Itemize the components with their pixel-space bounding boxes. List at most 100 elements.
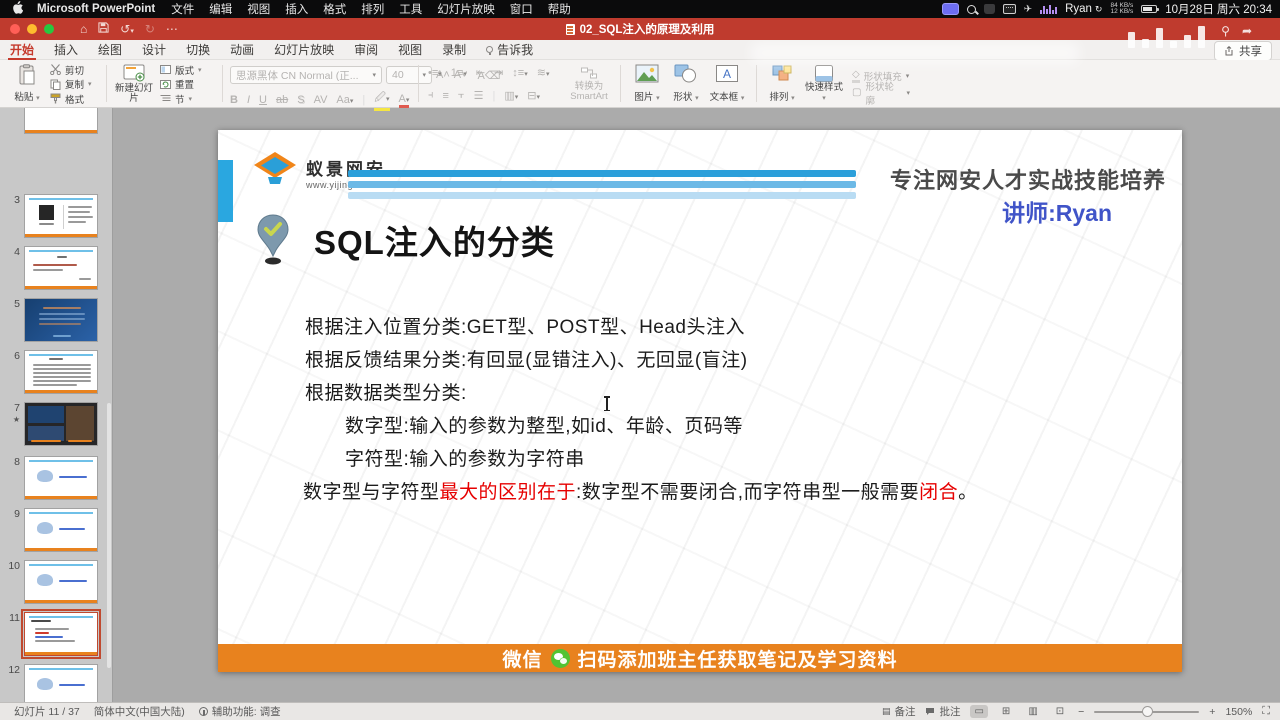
zoom-in-button[interactable]: + [1209, 706, 1215, 718]
bold-icon[interactable]: B [230, 94, 238, 106]
thumbnail-slide-5[interactable] [24, 298, 98, 342]
zoom-slider[interactable] [1094, 705, 1200, 717]
menu-format[interactable]: 格式 [323, 1, 346, 17]
slide-sorter-view-button[interactable]: ⊞ [998, 705, 1014, 718]
menu-slideshow[interactable]: 幻灯片放映 [437, 1, 495, 17]
footer-banner[interactable]: 微信 扫码添加班主任获取笔记及学习资料 [218, 644, 1182, 672]
thumbnail-slide-11-selected[interactable] [21, 609, 101, 659]
quick-styles-button[interactable]: 快速样式 ▾ [802, 62, 846, 106]
thumbnail-slide-1[interactable] [24, 108, 98, 134]
network-speed-monitor[interactable]: 84 KB/s 12 KB/s [1110, 2, 1133, 16]
cut-button[interactable]: 剪切 [50, 63, 102, 77]
language-indicator[interactable]: 简体中文(中国大陆) [94, 704, 185, 719]
align-left-icon[interactable]: ⫞ [428, 89, 434, 102]
tab-home[interactable]: 开始 [0, 40, 44, 60]
tab-insert[interactable]: 插入 [44, 40, 88, 60]
menu-arrange[interactable]: 排列 [361, 1, 384, 17]
tab-draw[interactable]: 绘图 [88, 40, 132, 60]
body-line-2[interactable]: 根据反馈结果分类:有回显(显错注入)、无回显(盲注) [305, 345, 748, 372]
slide-canvas[interactable]: 蚁景网安 www.yijinglab.com 专注网安人才实战技能培养 讲师:R… [218, 130, 1182, 672]
body-line-1[interactable]: 根据注入位置分类:GET型、POST型、Head头注入 [305, 312, 745, 339]
keyboard-status-icon[interactable] [1002, 4, 1016, 14]
copy-button[interactable]: 复制 ▾ [50, 78, 102, 91]
numbered-list-icon[interactable]: 1≡▾ [451, 67, 467, 79]
picture-button[interactable]: 图片 ▾ [628, 62, 666, 106]
thumbnail-slide-7[interactable] [24, 402, 98, 446]
new-slide-button[interactable]: 新建幻灯片 [112, 62, 156, 106]
font-name-select[interactable]: 思源黑体 CN Normal (正... ▾ [230, 66, 382, 84]
rotate-text-icon[interactable]: ⊟▾ [527, 89, 540, 102]
menu-app-name[interactable]: Microsoft PowerPoint [37, 3, 155, 15]
font-size-select[interactable]: 40 ▾ [386, 66, 432, 84]
font-color-icon[interactable]: A▾ [398, 93, 410, 108]
zoom-slider-knob[interactable] [1141, 705, 1153, 717]
thumbnail-slide-6[interactable] [24, 350, 98, 394]
home-icon[interactable]: ⌂ [80, 22, 87, 36]
columns-icon[interactable]: ▥▾ [504, 89, 518, 102]
apple-menu-icon[interactable] [12, 1, 24, 17]
close-window-button[interactable] [10, 24, 20, 34]
audio-wave-icon[interactable] [1040, 4, 1058, 14]
thumbnail-slide-9[interactable] [24, 508, 98, 552]
align-right-icon[interactable]: ⫟ [458, 89, 465, 102]
tab-animations[interactable]: 动画 [220, 40, 264, 60]
notes-toggle[interactable]: ▤ 备注 [882, 704, 916, 719]
menu-file[interactable]: 文件 [171, 1, 194, 17]
strikethrough-icon[interactable]: ab [276, 94, 288, 106]
user-menu[interactable]: Ryan ↻ [1065, 3, 1102, 15]
format-painter-button[interactable]: 格式 [50, 92, 102, 106]
character-spacing-icon[interactable]: A︎V [314, 94, 328, 106]
search-status-icon[interactable] [966, 4, 976, 14]
display-status-icon[interactable] [941, 3, 959, 15]
change-case-icon[interactable]: Aa▾ [336, 94, 353, 106]
convert-smartart-button[interactable]: 转换为SmartArt [565, 62, 613, 106]
section-button[interactable]: 节 ▾ [160, 92, 216, 106]
share-button[interactable]: 共享 [1214, 41, 1272, 61]
underline-icon[interactable]: U [259, 94, 267, 106]
slideshow-button[interactable]: ⊡ [1052, 705, 1068, 718]
zoom-percentage[interactable]: 150% [1225, 706, 1252, 718]
vpn-status-icon[interactable]: ✈ [1024, 4, 1032, 15]
accessibility-status[interactable]: 辅助功能: 调查 [198, 704, 281, 719]
tab-tell-me[interactable]: 告诉我 [476, 40, 543, 60]
tab-review[interactable]: 审阅 [344, 40, 388, 60]
highlight-color-icon[interactable]: 🖉▾ [374, 89, 390, 111]
slide-title-block[interactable]: SQL注入的分类 [256, 214, 555, 266]
italic-icon[interactable]: I [247, 94, 250, 106]
tab-transitions[interactable]: 切换 [176, 40, 220, 60]
menu-view[interactable]: 视图 [247, 1, 270, 17]
zoom-window-button[interactable] [44, 24, 54, 34]
thumbnails-scrollbar[interactable] [107, 403, 111, 668]
thumbnail-slide-4[interactable] [24, 246, 98, 290]
bullet-list-icon[interactable]: •≡▾ [428, 67, 442, 79]
shapes-button[interactable]: 形状 ▾ [668, 62, 704, 106]
thumbnail-slide-12[interactable] [24, 664, 98, 702]
menu-help[interactable]: 帮助 [548, 1, 571, 17]
lecturer-name[interactable]: 讲师:Ryan [1002, 194, 1112, 228]
text-direction-icon[interactable]: ≋▾ [537, 66, 550, 79]
comments-toggle[interactable]: 批注 [925, 704, 960, 719]
body-line-4[interactable]: 数字型:输入的参数为整型,如id、年龄、页码等 [345, 411, 743, 438]
layout-button[interactable]: 版式 ▾ [160, 63, 216, 77]
shape-outline-button[interactable]: ▢ 形状轮廓 ▾ [852, 82, 910, 107]
thumbnail-slide-8[interactable] [24, 456, 98, 500]
normal-view-button[interactable]: ▭ [970, 705, 988, 718]
redo-icon[interactable]: ↻ [145, 22, 155, 36]
justify-icon[interactable]: ☰ [474, 89, 484, 102]
battery-icon[interactable] [1141, 5, 1160, 13]
save-icon[interactable] [98, 22, 109, 36]
minimize-window-button[interactable] [27, 24, 37, 34]
tab-record[interactable]: 录制 [432, 40, 476, 60]
fit-to-window-button[interactable]: ⛶ [1262, 705, 1270, 718]
tab-view[interactable]: 视图 [388, 40, 432, 60]
menu-edit[interactable]: 编辑 [209, 1, 232, 17]
decrease-indent-icon[interactable]: ⇤ [476, 66, 485, 79]
thumbnail-slide-3[interactable] [24, 194, 98, 238]
line-spacing-icon[interactable]: ↕≡▾ [512, 67, 527, 79]
tab-slideshow[interactable]: 幻灯片放映 [264, 40, 344, 60]
reset-button[interactable]: 重置 [160, 78, 216, 91]
menu-tools[interactable]: 工具 [399, 1, 422, 17]
thumbnail-slide-10[interactable] [24, 560, 98, 604]
text-shadow-icon[interactable]: S [297, 94, 304, 106]
slide-tagline[interactable]: 专注网安人才实战技能培养 [890, 163, 1166, 195]
